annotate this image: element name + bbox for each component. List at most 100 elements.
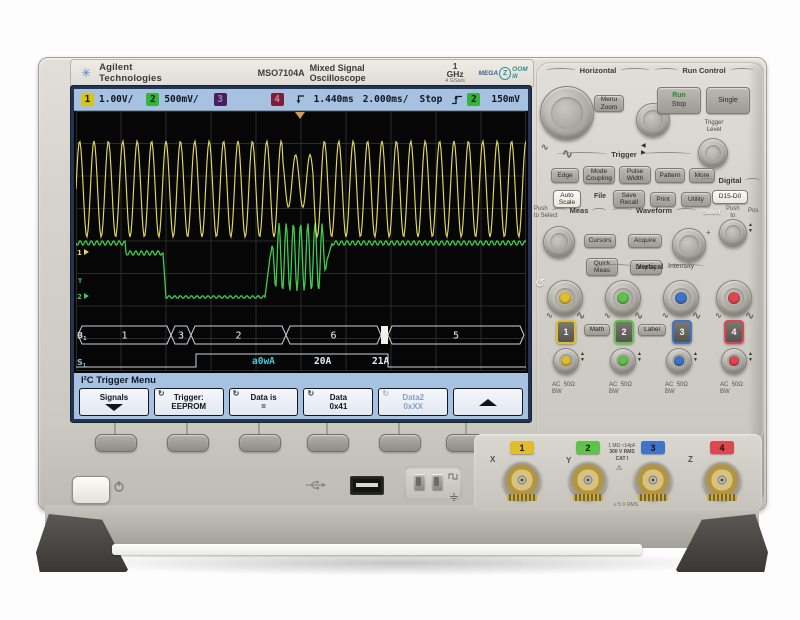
digital-knob-arrows: ▲▼ — [748, 222, 753, 235]
menu-title: I²C Trigger Menu — [79, 374, 523, 388]
softkey-data-line2: 0x41 — [330, 402, 348, 411]
physical-softkey-2[interactable] — [167, 434, 209, 452]
input-rating: 1 MΩ ≈14pF 300 V RMS CAT I — [596, 443, 648, 462]
ch2-position-knob[interactable] — [610, 348, 636, 374]
softkey-data-line1: Data — [330, 393, 347, 402]
softkey-datais-line2: = — [261, 402, 266, 411]
svg-text:B1: B1 — [77, 331, 87, 342]
left-arrow-icon: ◀ — [641, 143, 646, 149]
label-button[interactable]: Label — [638, 324, 666, 336]
trigger-pulse-width-button[interactable]: Pulse Width — [619, 166, 651, 184]
svg-text:20A: 20A — [314, 356, 331, 367]
wave-glyph: ∿ — [745, 309, 754, 322]
section-horizontal: Horizontal — [546, 66, 650, 75]
ch1-position-knob[interactable] — [553, 348, 579, 374]
trigger-mode-coupling-button[interactable]: Mode Coupling — [583, 166, 615, 184]
ch1-coupling-labels: AC 50ΩBW — [552, 382, 575, 396]
rotate-knob-icon: ↻ — [158, 389, 165, 398]
digital-select-label: Select — [703, 210, 721, 217]
square-wave-icon — [448, 468, 460, 486]
axis-label-x: X — [490, 455, 495, 464]
softkey-data2[interactable]: ↻ Data2 0xXX — [378, 388, 448, 416]
physical-softkey-3[interactable] — [239, 434, 281, 452]
ch2-scale: 500mV/ — [164, 94, 198, 105]
four-way-icon: + — [706, 228, 711, 238]
physical-softkey-4[interactable] — [307, 434, 349, 452]
logo-oom: OOM III — [512, 66, 533, 80]
digital-pos-label: Pos — [748, 208, 758, 215]
ch1-input-tag: 1 — [510, 441, 534, 454]
intensity-knob[interactable] — [672, 228, 706, 262]
menu-zoom-button[interactable]: Menu Zoom — [594, 95, 624, 112]
ch1-button[interactable]: 1 — [556, 320, 576, 344]
model-number: MSO7104A — [258, 68, 305, 78]
product-name: Mixed Signal Oscilloscope — [310, 63, 418, 83]
ch2-button[interactable]: 2 — [614, 320, 634, 344]
svg-text:3: 3 — [178, 331, 184, 342]
softkey-trigger-type[interactable]: ↻ Trigger: EEPROM — [154, 388, 224, 416]
ch3-bnc-connector[interactable] — [634, 461, 672, 499]
softkey-signals[interactable]: Signals — [79, 388, 149, 416]
svg-text:1: 1 — [121, 331, 127, 342]
softkey-data[interactable]: ↻ Data 0x41 — [303, 388, 373, 416]
file-label: File — [594, 193, 606, 201]
utility-button[interactable]: Utility — [681, 192, 711, 207]
trigger-pattern-button[interactable]: Pattern — [655, 168, 685, 183]
ch3-position-knob[interactable] — [666, 348, 692, 374]
ch1-bnc-connector[interactable] — [503, 461, 541, 499]
wave-glyph: ∿ — [715, 311, 722, 320]
digital-d15-d0-button[interactable]: D15-D0 — [712, 190, 748, 204]
svg-text:2: 2 — [235, 331, 241, 342]
trigger-edge-button[interactable]: Edge — [551, 168, 579, 183]
physical-softkey-1[interactable] — [95, 434, 137, 452]
probe-comp-panel — [404, 466, 462, 500]
agilent-spark-icon: ✳ — [81, 66, 91, 80]
logo-mega: MEGA — [479, 70, 499, 77]
waveform-display: a0wA20A21A132651T2B1S1 — [74, 111, 528, 373]
wave-glyph: ∿ — [692, 309, 701, 322]
ch4-status-badge: 4 — [271, 93, 284, 106]
front-label-strip: ✳ Agilent Technologies MSO7104A Mixed Si… — [70, 59, 534, 87]
math-button[interactable]: Math — [584, 324, 610, 336]
power-button[interactable] — [72, 476, 110, 504]
ch4-position-knob[interactable] — [721, 348, 747, 374]
push-to-select-label: Push to Select — [534, 206, 564, 220]
trigger-delay: 1.440ms — [314, 94, 354, 105]
probe-comp-terminal — [432, 474, 443, 490]
axis-label-y: Y — [566, 456, 571, 465]
section-trigger: Trigger — [556, 150, 692, 159]
ch4-button[interactable]: 4 — [724, 320, 744, 344]
print-button[interactable]: Print — [650, 192, 676, 207]
svg-text:a0wA: a0wA — [252, 356, 275, 367]
trigger-level-knob[interactable] — [698, 138, 728, 168]
horizontal-scale-knob[interactable] — [540, 86, 594, 140]
run-stop-button[interactable]: Run Stop — [657, 87, 701, 114]
meas-select-knob[interactable] — [543, 226, 575, 258]
ch4-bnc-connector[interactable] — [703, 461, 741, 499]
timebase: 2.000ms/ — [363, 94, 409, 105]
single-button[interactable]: Single — [706, 87, 750, 114]
cursors-button[interactable]: Cursors — [584, 234, 616, 248]
physical-softkey-5[interactable] — [379, 434, 421, 452]
ch3-coupling-labels: AC 50ΩBW — [665, 382, 688, 396]
svg-text:2: 2 — [77, 293, 82, 301]
probe-comp-terminal — [414, 474, 425, 490]
run-label: Run — [672, 92, 686, 100]
usb-port[interactable] — [350, 476, 384, 495]
ch2-position-arrows: ▲▼ — [637, 351, 642, 364]
svg-text:6: 6 — [330, 331, 336, 342]
trigger-source-badge: 2 — [467, 93, 480, 106]
trigger-delay-marker-icon — [295, 94, 305, 105]
warning-icon: ⚠ — [616, 464, 622, 472]
oscilloscope-photo: ✳ Agilent Technologies MSO7104A Mixed Si… — [0, 0, 800, 620]
usb-icon — [305, 478, 327, 496]
softkey-back[interactable] — [453, 388, 523, 416]
rotate-knob-icon: ↻ — [382, 389, 389, 398]
digital-select-knob[interactable] — [719, 219, 747, 247]
acquire-button[interactable]: Acquire — [628, 234, 662, 248]
softkey-data-is[interactable]: ↻ Data is = — [229, 388, 299, 416]
ch2-bnc-connector[interactable] — [569, 461, 607, 499]
trigger-level: 150mV — [491, 94, 520, 105]
ch1-position-arrows: ▲▼ — [580, 351, 585, 364]
ch3-button[interactable]: 3 — [672, 320, 692, 344]
